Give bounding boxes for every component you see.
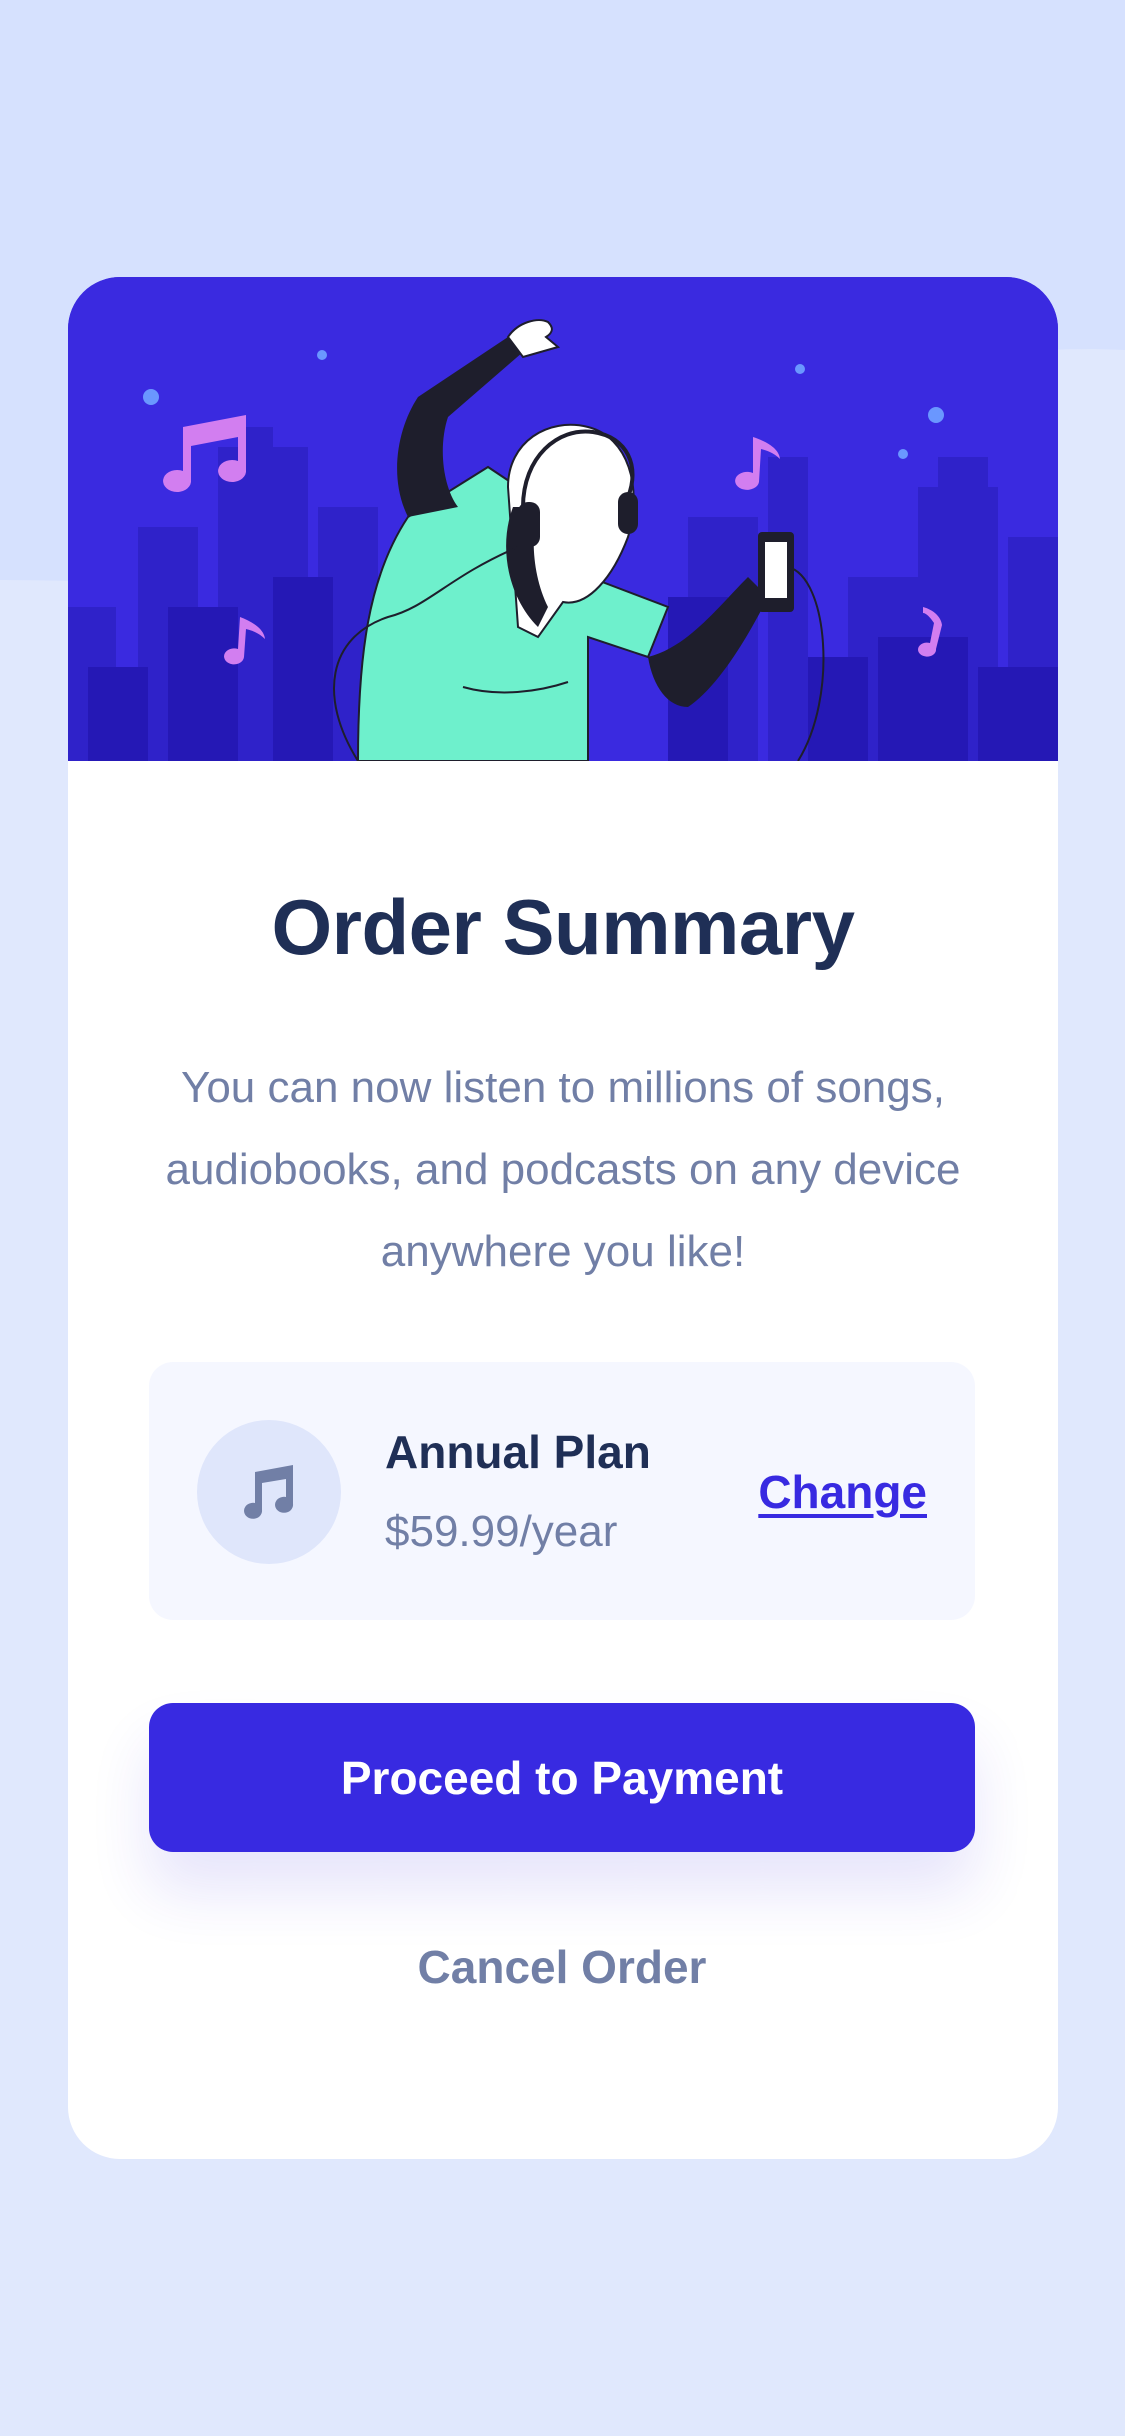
plan-summary: Annual Plan $59.99/year Change (149, 1362, 975, 1620)
page-title: Order Summary (271, 883, 855, 971)
change-plan-link[interactable]: Change (758, 1465, 927, 1519)
hero-illustration (68, 277, 1058, 761)
order-description: You can now listen to millions of songs,… (165, 1063, 961, 1276)
cancel-order-button[interactable]: Cancel Order (149, 1917, 975, 2017)
plan-name: Annual Plan (385, 1426, 651, 1478)
plan-price: $59.99/year (385, 1507, 618, 1556)
music-note-icon (197, 1420, 341, 1564)
proceed-to-payment-button[interactable]: Proceed to Payment (149, 1703, 975, 1852)
order-summary-card: Order Summary You can now listen to mill… (68, 277, 1058, 2159)
